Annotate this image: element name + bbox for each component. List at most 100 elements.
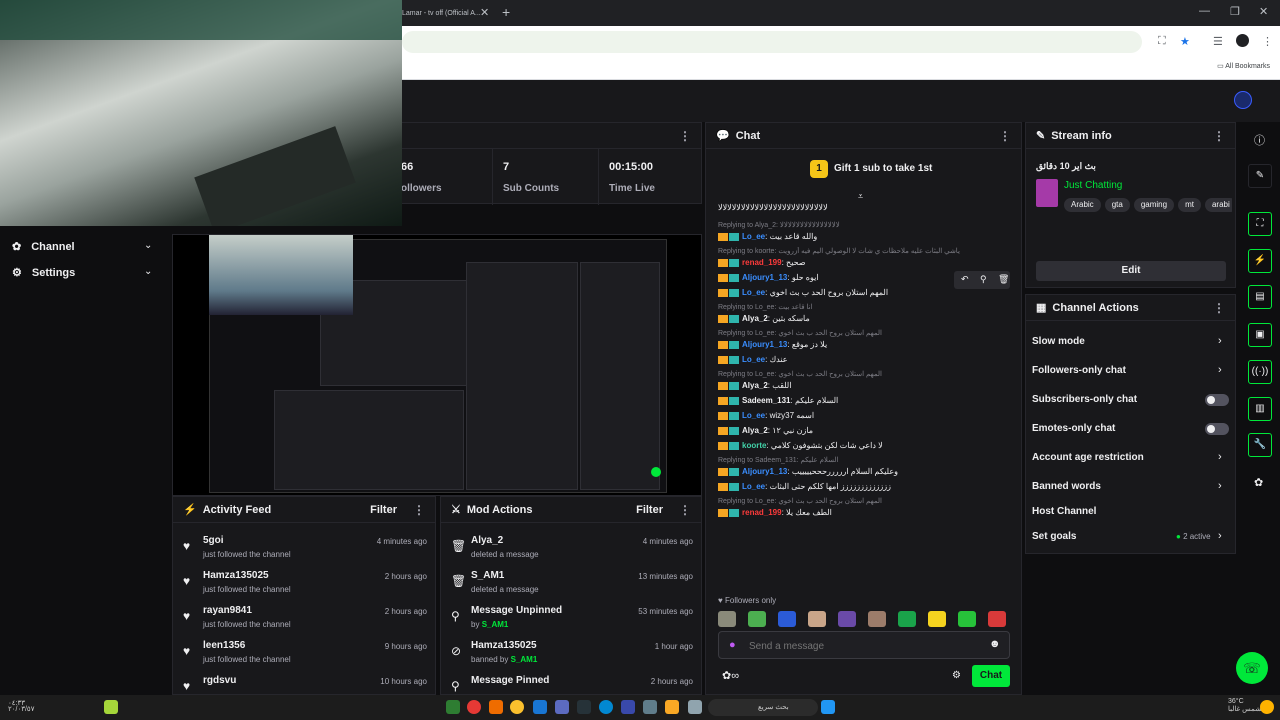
chat-message[interactable]: Alya_2: ماسكه بثين	[718, 314, 1018, 323]
mod-menu-icon[interactable]: ⋮	[679, 503, 691, 517]
host-channel-row[interactable]: Host Channel	[1032, 506, 1096, 517]
chat-message[interactable]: koorte: لا داعي شات لكن بتشوفون كلامي	[718, 441, 1018, 450]
emote[interactable]	[958, 611, 976, 627]
chevron-down-icon[interactable]: ⌄	[144, 266, 152, 277]
chat-message[interactable]: Alya_2: اللقب	[718, 381, 1018, 390]
profile-avatar[interactable]	[1236, 34, 1249, 47]
chat-username[interactable]: Alya_2	[742, 381, 768, 390]
chat-username[interactable]: Lo_ee	[742, 288, 765, 297]
browser-menu-icon[interactable]: ⋮	[1262, 35, 1273, 48]
mod-row[interactable]: 🗑 S_AM1 deleted a message 13 minutes ago	[451, 568, 693, 602]
close-window-icon[interactable]: ✕	[1259, 5, 1268, 18]
support-fab[interactable]: ☏	[1236, 652, 1268, 684]
chat-message[interactable]: Lo_ee: ززززززززززززز امها كلكم حتى البثا…	[718, 482, 1018, 491]
stream-category[interactable]: Just Chatting	[1064, 180, 1122, 191]
chat-username[interactable]: Lo_ee	[742, 232, 765, 241]
activity-row[interactable]: ♥ rayan9841 just followed the channel 2 …	[183, 603, 427, 637]
chat-username[interactable]: Alya_2	[742, 426, 768, 435]
chat-message[interactable]: Lo_ee: عندك	[718, 355, 1018, 364]
activity-filter-button[interactable]: Filter	[370, 504, 397, 516]
chat-username[interactable]: Lo_ee	[742, 482, 765, 491]
chat-username[interactable]: Aljoury1_13	[742, 273, 787, 282]
taskbar-search[interactable]: بحث سريع	[708, 699, 818, 716]
mod-by-user[interactable]: S_AM1	[511, 655, 538, 664]
translate-icon[interactable]: ⛶	[1158, 35, 1166, 48]
set-goals-row[interactable]: Set goals	[1032, 531, 1076, 542]
taskbar-app-icon[interactable]	[467, 700, 481, 714]
chat-message[interactable]: Lo_ee: wizy37 اسمه	[718, 411, 1018, 420]
activity-row[interactable]: ♥ rgdsvu 10 hours ago	[183, 673, 427, 693]
all-bookmarks-link[interactable]: ▭ All Bookmarks	[1217, 62, 1270, 70]
emote[interactable]	[748, 611, 766, 627]
folder-icon[interactable]	[665, 700, 679, 714]
chevron-right-icon[interactable]: ›	[1218, 451, 1222, 463]
emote[interactable]	[988, 611, 1006, 627]
info-icon[interactable]: ⓘ	[1254, 132, 1265, 148]
edit-stream-button[interactable]: Edit	[1036, 261, 1226, 281]
tag-chip[interactable]: arabi	[1204, 198, 1232, 212]
edit-rail-icon[interactable]: ✎	[1248, 164, 1272, 188]
chat-rail-icon[interactable]: ▣	[1248, 323, 1272, 347]
chat-message[interactable]: Lo_ee: والله قاعد بيت	[718, 232, 1018, 241]
taskbar-clock[interactable]: ٠٤:٣٣ ٢٠/٠٣/٥٧	[8, 700, 38, 713]
tag-chip[interactable]: gaming	[1133, 198, 1175, 212]
channel-points-icon[interactable]: ✿∞	[722, 669, 739, 682]
sidebar-item-settings[interactable]: ⚙ Settings	[12, 266, 75, 279]
taskbar-app-icon[interactable]	[621, 700, 635, 714]
chat-username[interactable]: Alya_2	[742, 314, 768, 323]
emotes-only-toggle[interactable]	[1205, 423, 1229, 435]
microphone-icon[interactable]: ●	[729, 639, 736, 651]
mod-row[interactable]: ⊘ Hamza135025 banned by S_AM1 1 hour ago	[451, 638, 693, 672]
emote[interactable]	[868, 611, 886, 627]
user-avatar[interactable]	[1234, 91, 1252, 109]
restore-icon[interactable]: ❐	[1230, 5, 1240, 18]
chat-username[interactable]: Lo_ee	[742, 411, 765, 420]
chat-message[interactable]: Alya_2: مازن نبي ١٢	[718, 426, 1018, 435]
activity-row[interactable]: ♥ Hamza135025 just followed the channel …	[183, 568, 427, 602]
banned-words-row[interactable]: Banned words	[1032, 481, 1101, 492]
chat-username[interactable]: renad_199	[742, 258, 782, 267]
chrome-icon[interactable]	[510, 700, 524, 714]
slow-mode-row[interactable]: Slow mode	[1032, 336, 1085, 347]
stream-info-menu-icon[interactable]: ⋮	[1213, 129, 1225, 143]
emote[interactable]	[838, 611, 856, 627]
chat-input-wrapper[interactable]: ● ☻	[718, 631, 1010, 659]
emoji-icon[interactable]: ☻	[989, 638, 1001, 650]
mod-by-user[interactable]: S_AM1	[482, 620, 509, 629]
chat-message[interactable]: renad_199: صحيح	[718, 258, 1018, 267]
taskbar-app-icon[interactable]	[533, 700, 547, 714]
taskbar-app-icon[interactable]	[446, 700, 460, 714]
emote[interactable]	[928, 611, 946, 627]
followers-only-row[interactable]: Followers-only chat	[1032, 365, 1126, 376]
taskbar-app-icon[interactable]	[489, 700, 503, 714]
mod-row[interactable]: ⚲ Message Unpinned by S_AM1 53 minutes a…	[451, 603, 693, 637]
tag-chip[interactable]: Arabic	[1064, 198, 1101, 212]
emote[interactable]	[808, 611, 826, 627]
chat-username[interactable]: Lo_ee	[742, 355, 765, 364]
minimize-icon[interactable]: —	[1199, 5, 1210, 17]
chat-menu-icon[interactable]: ⋮	[999, 129, 1011, 143]
chat-username[interactable]: Aljoury1_13	[742, 467, 787, 476]
stream-preview[interactable]	[172, 234, 702, 496]
subscribers-only-toggle[interactable]	[1205, 394, 1229, 406]
paw-rail-icon[interactable]: ✿	[1254, 476, 1263, 489]
taskbar-app-icon[interactable]	[688, 700, 702, 714]
new-tab-icon[interactable]: +	[502, 4, 510, 20]
broadcast-rail-icon[interactable]: ((·))	[1248, 360, 1272, 384]
bookmark-star-icon[interactable]: ★	[1180, 35, 1190, 48]
activity-row[interactable]: ♥ 5goi just followed the channel 4 minut…	[183, 533, 427, 567]
sidebar-item-channel[interactable]: ✿ Channel	[12, 240, 75, 253]
mod-filter-button[interactable]: Filter	[636, 504, 663, 516]
mod-row[interactable]: 🗑 Alya_2 deleted a message 4 minutes ago	[451, 533, 693, 567]
emote[interactable]	[718, 611, 736, 627]
notes-rail-icon[interactable]: ▤	[1248, 285, 1272, 309]
channel-actions-menu-icon[interactable]: ⋮	[1213, 301, 1225, 315]
emote[interactable]	[778, 611, 796, 627]
chat-send-button[interactable]: Chat	[972, 665, 1010, 687]
steam-icon[interactable]	[577, 700, 591, 714]
gift-sub-banner[interactable]: 1 Gift 1 sub to take 1st	[810, 160, 932, 178]
chat-message[interactable]: Sadeem_131: السلام عليكم	[718, 396, 1018, 405]
tag-chip[interactable]: mt	[1178, 198, 1201, 212]
collapse-pin-icon[interactable]: ⩡	[858, 191, 863, 202]
chevron-down-icon[interactable]: ⌄	[144, 240, 152, 251]
